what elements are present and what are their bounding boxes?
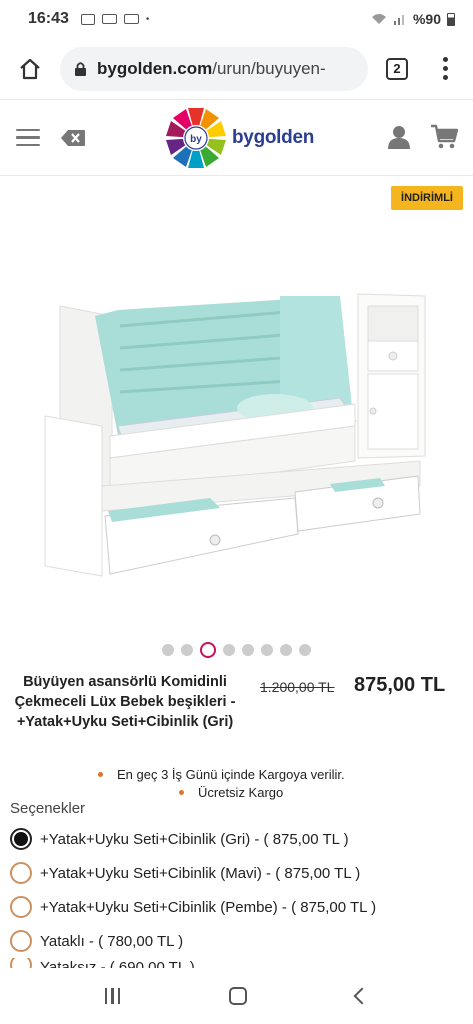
carousel-dot[interactable]	[162, 644, 174, 656]
carousel-dot[interactable]	[261, 644, 273, 656]
menu-dot	[442, 66, 448, 71]
logo-mark-icon: by	[166, 108, 226, 168]
product-image	[44, 293, 426, 577]
status-bar: 16:43 • %90	[0, 0, 473, 38]
bullet-icon	[179, 789, 184, 795]
home-button[interactable]	[12, 51, 48, 87]
feature-item: Ücretsiz Kargo	[0, 783, 473, 801]
options-list: +Yatak+Uyku Seti+Cibinlik (Gri) - ( 875,…	[10, 822, 470, 976]
product-info: Büyüyen asansörlü Komidinli Çekmeceli Lü…	[0, 672, 473, 762]
hamburger-line	[16, 143, 40, 147]
lock-icon	[75, 61, 86, 76]
address-bar[interactable]: bygolden.com/urun/buyuyen-	[60, 46, 368, 91]
wifi-icon	[371, 14, 386, 24]
back-nav-button[interactable]	[353, 987, 371, 1005]
hamburger-line	[16, 136, 40, 139]
option-item[interactable]: +Yatak+Uyku Seti+Cibinlik (Gri) - ( 875,…	[10, 822, 470, 856]
url-host: bygolden.com	[97, 58, 213, 78]
new-price: 875,00 TL	[354, 674, 446, 696]
notification-icons: •	[80, 13, 150, 25]
browser-toolbar: bygolden.com/urun/buyuyen- 2	[0, 38, 473, 100]
product-title: Büyüyen asansörlü Komidinli Çekmeceli Lü…	[14, 674, 236, 730]
option-item[interactable]: Yataklı - ( 780,00 TL )	[10, 924, 470, 958]
option-label: +Yatak+Uyku Seti+Cibinlik (Mavi) - ( 875…	[40, 864, 361, 882]
home-nav-button[interactable]	[229, 987, 248, 1005]
old-price: 1.200,00 TL	[260, 679, 335, 695]
option-label: Yataklı - ( 780,00 TL )	[40, 932, 184, 950]
status-time: 16:43	[28, 10, 69, 27]
carousel-indicator	[0, 642, 473, 658]
site-header: by bygolden	[0, 100, 473, 176]
gallery-icon	[80, 13, 95, 25]
user-account-icon[interactable]	[386, 124, 412, 150]
radio[interactable]	[10, 862, 32, 884]
product-features: En geç 3 İş Günü içinde Kargoya verilir.…	[0, 765, 473, 801]
feature-text: Ücretsiz Kargo	[198, 784, 284, 800]
bar	[111, 988, 114, 1004]
option-label: +Yatak+Uyku Seti+Cibinlik (Pembe) - ( 87…	[40, 898, 377, 916]
screen-icon	[101, 14, 117, 24]
radio[interactable]	[10, 896, 32, 918]
signal-icon	[393, 15, 404, 25]
system-nav-bar	[0, 968, 473, 1024]
discount-badge: İNDİRİMLİ	[391, 186, 463, 210]
screen-icon	[123, 14, 139, 24]
carousel-dot[interactable]	[299, 644, 311, 656]
feature-item: En geç 3 İş Günü içinde Kargoya verilir.	[0, 765, 473, 783]
bar	[104, 988, 108, 1004]
option-item[interactable]: +Yatak+Uyku Seti+Cibinlik (Pembe) - ( 87…	[10, 890, 470, 924]
backspace-icon[interactable]	[60, 129, 86, 147]
site-logo[interactable]: by bygolden	[166, 104, 314, 172]
carousel-dot[interactable]	[242, 644, 254, 656]
logo-badge-text: by	[190, 134, 202, 145]
recent-apps-button[interactable]	[104, 988, 121, 1004]
browser-menu-button[interactable]	[435, 57, 455, 80]
battery-percent: %90	[412, 11, 441, 27]
url-path: /urun/buyuyen-	[212, 58, 326, 78]
radio-selected[interactable]	[10, 828, 32, 850]
product-gallery[interactable]: İNDİRİMLİ	[0, 176, 473, 636]
option-label: +Yatak+Uyku Seti+Cibinlik (Gri) - ( 875,…	[40, 830, 349, 848]
radio[interactable]	[10, 930, 32, 952]
option-item[interactable]: +Yatak+Uyku Seti+Cibinlik (Mavi) - ( 875…	[10, 856, 470, 890]
bar	[117, 988, 121, 1004]
home-icon	[20, 58, 40, 79]
system-icons: %90	[371, 11, 455, 27]
hamburger-menu-icon[interactable]	[16, 128, 40, 147]
options-label: Seçenekler	[10, 800, 86, 817]
carousel-dot[interactable]	[223, 644, 235, 656]
logo-text: bygolden	[232, 127, 315, 148]
carousel-dot[interactable]	[181, 644, 193, 656]
menu-dot	[442, 75, 448, 80]
carousel-dot-active[interactable]	[200, 642, 216, 658]
battery-icon	[447, 12, 455, 26]
cart-icon[interactable]	[430, 124, 458, 150]
tab-switcher-button[interactable]: 2	[386, 57, 408, 80]
hamburger-line	[16, 128, 40, 132]
more-notifications-icon: •	[145, 13, 150, 25]
bullet-icon	[98, 771, 103, 777]
feature-text: En geç 3 İş Günü içinde Kargoya verilir.	[117, 766, 345, 782]
carousel-dot[interactable]	[280, 644, 292, 656]
menu-dot	[442, 57, 448, 62]
url-text: bygolden.com/urun/buyuyen-	[97, 59, 326, 79]
